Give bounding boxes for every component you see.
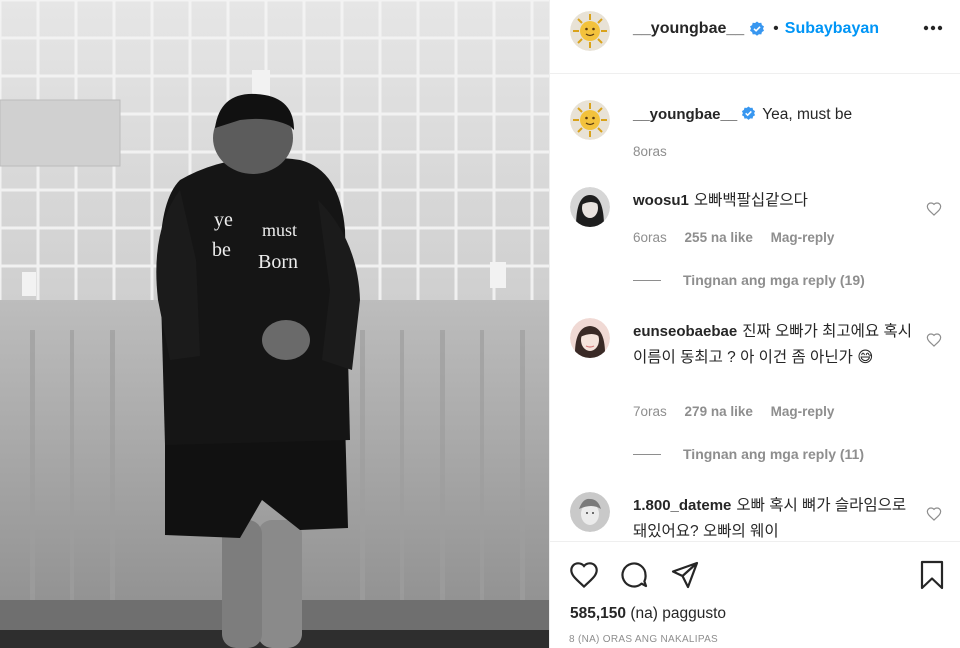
post-sidebar: __youngbae__ • Subaybayan __youngbae__ Y… xyxy=(549,0,960,648)
comment-item: woosu1 오빠백팔십같으다 6oras 255 na like Mag-rep… xyxy=(570,187,950,297)
bookmark-icon[interactable] xyxy=(916,559,948,591)
comment-meta: 6oras 255 na like Mag-reply xyxy=(633,230,848,245)
reply-button[interactable]: Mag-reply xyxy=(771,404,835,419)
post-header: __youngbae__ • Subaybayan xyxy=(550,0,960,74)
separator-dot: • xyxy=(773,20,779,37)
comment-item: 1.800_dateme 오빠 혹시 뼈가 슬라임으로 돼있어요? 오빠의 웨이 xyxy=(570,492,950,541)
replies-divider-line xyxy=(633,453,661,455)
post-actions: 585,150 (na) paggusto xyxy=(550,541,960,648)
comment-body: eunseobaebae 진짜 오빠가 최고에요 혹시 이름이 동최고 ? 아 이… xyxy=(633,319,913,371)
reply-button[interactable]: Mag-reply xyxy=(771,230,835,245)
commenter-avatar[interactable] xyxy=(570,318,610,358)
view-replies-label: Tingnan ang mga reply (19) xyxy=(683,272,865,288)
comment-item: eunseobaebae 진짜 오빠가 최고에요 혹시 이름이 동최고 ? 아 이… xyxy=(570,318,950,478)
likes-count: 585,150 xyxy=(570,605,627,622)
more-options-icon[interactable] xyxy=(919,16,947,40)
verified-badge-icon xyxy=(742,106,756,120)
view-replies-label: Tingnan ang mga reply (11) xyxy=(683,446,865,462)
post-time-ago[interactable]: 8 (NA) ORAS ANG NAKALIPAS xyxy=(569,634,718,645)
comment-username[interactable]: woosu1 xyxy=(633,192,689,209)
replies-divider-line xyxy=(633,279,661,281)
sun-avatar-icon xyxy=(570,100,610,140)
hoodie-text-1: ye xyxy=(214,209,233,231)
caption-username[interactable]: __youngbae__ xyxy=(633,106,737,123)
heart-icon[interactable] xyxy=(568,559,600,591)
comment-text: 오빠백팔십같으다 xyxy=(693,192,808,209)
comment-body: 1.800_dateme 오빠 혹시 뼈가 슬라임으로 돼있어요? 오빠의 웨이 xyxy=(633,493,913,541)
hoodie-text-4: Born xyxy=(258,251,298,273)
likes-summary[interactable]: 585,150 (na) paggusto xyxy=(570,605,726,623)
user-avatar-icon xyxy=(570,492,610,532)
comment-likes[interactable]: 279 na like xyxy=(685,404,753,419)
comment-meta: 7oras 279 na like Mag-reply xyxy=(633,404,848,419)
view-replies-button[interactable]: Tingnan ang mga reply (19) xyxy=(633,272,865,288)
author-avatar-caption[interactable] xyxy=(570,100,610,140)
follow-button[interactable]: Subaybayan xyxy=(785,20,879,38)
sun-avatar-icon xyxy=(570,11,610,51)
caption: __youngbae__ Yea, must be 8oras xyxy=(570,100,950,170)
commenter-avatar[interactable] xyxy=(570,492,610,532)
hoodie-text-3: be xyxy=(212,239,231,261)
comment-heart-icon[interactable] xyxy=(926,506,942,522)
header-user: __youngbae__ • Subaybayan xyxy=(633,20,879,38)
author-username[interactable]: __youngbae__ xyxy=(633,20,744,38)
comment-username[interactable]: 1.800_dateme xyxy=(633,497,731,514)
comment-heart-icon[interactable] xyxy=(926,332,942,348)
caption-text: Yea, must be xyxy=(762,106,853,123)
caption-time[interactable]: 8oras xyxy=(633,144,667,159)
post-media[interactable]: ye must be Born xyxy=(0,0,549,648)
caption-meta: 8oras xyxy=(633,144,681,159)
comment-time[interactable]: 6oras xyxy=(633,230,667,245)
view-replies-button[interactable]: Tingnan ang mga reply (11) xyxy=(633,446,864,462)
comment-username[interactable]: eunseobaebae xyxy=(633,323,737,340)
comment-likes[interactable]: 255 na like xyxy=(685,230,753,245)
comment-time[interactable]: 7oras xyxy=(633,404,667,419)
verified-badge-icon xyxy=(750,21,765,36)
comment-icon[interactable] xyxy=(618,559,650,591)
author-avatar[interactable] xyxy=(570,11,610,51)
user-avatar-icon xyxy=(570,318,610,358)
likes-suffix: (na) paggusto xyxy=(630,605,726,622)
commenter-avatar[interactable] xyxy=(570,187,610,227)
post-photo: ye must be Born xyxy=(0,0,549,648)
caption-body: __youngbae__ Yea, must be xyxy=(633,102,913,128)
share-icon[interactable] xyxy=(669,559,701,591)
hoodie-text-2: must xyxy=(262,220,297,240)
comment-heart-icon[interactable] xyxy=(926,201,942,217)
comments-list[interactable]: __youngbae__ Yea, must be 8oras woosu1 오빠백… xyxy=(550,75,960,541)
comment-body: woosu1 오빠백팔십같으다 xyxy=(633,188,913,214)
user-avatar-icon xyxy=(570,187,610,227)
